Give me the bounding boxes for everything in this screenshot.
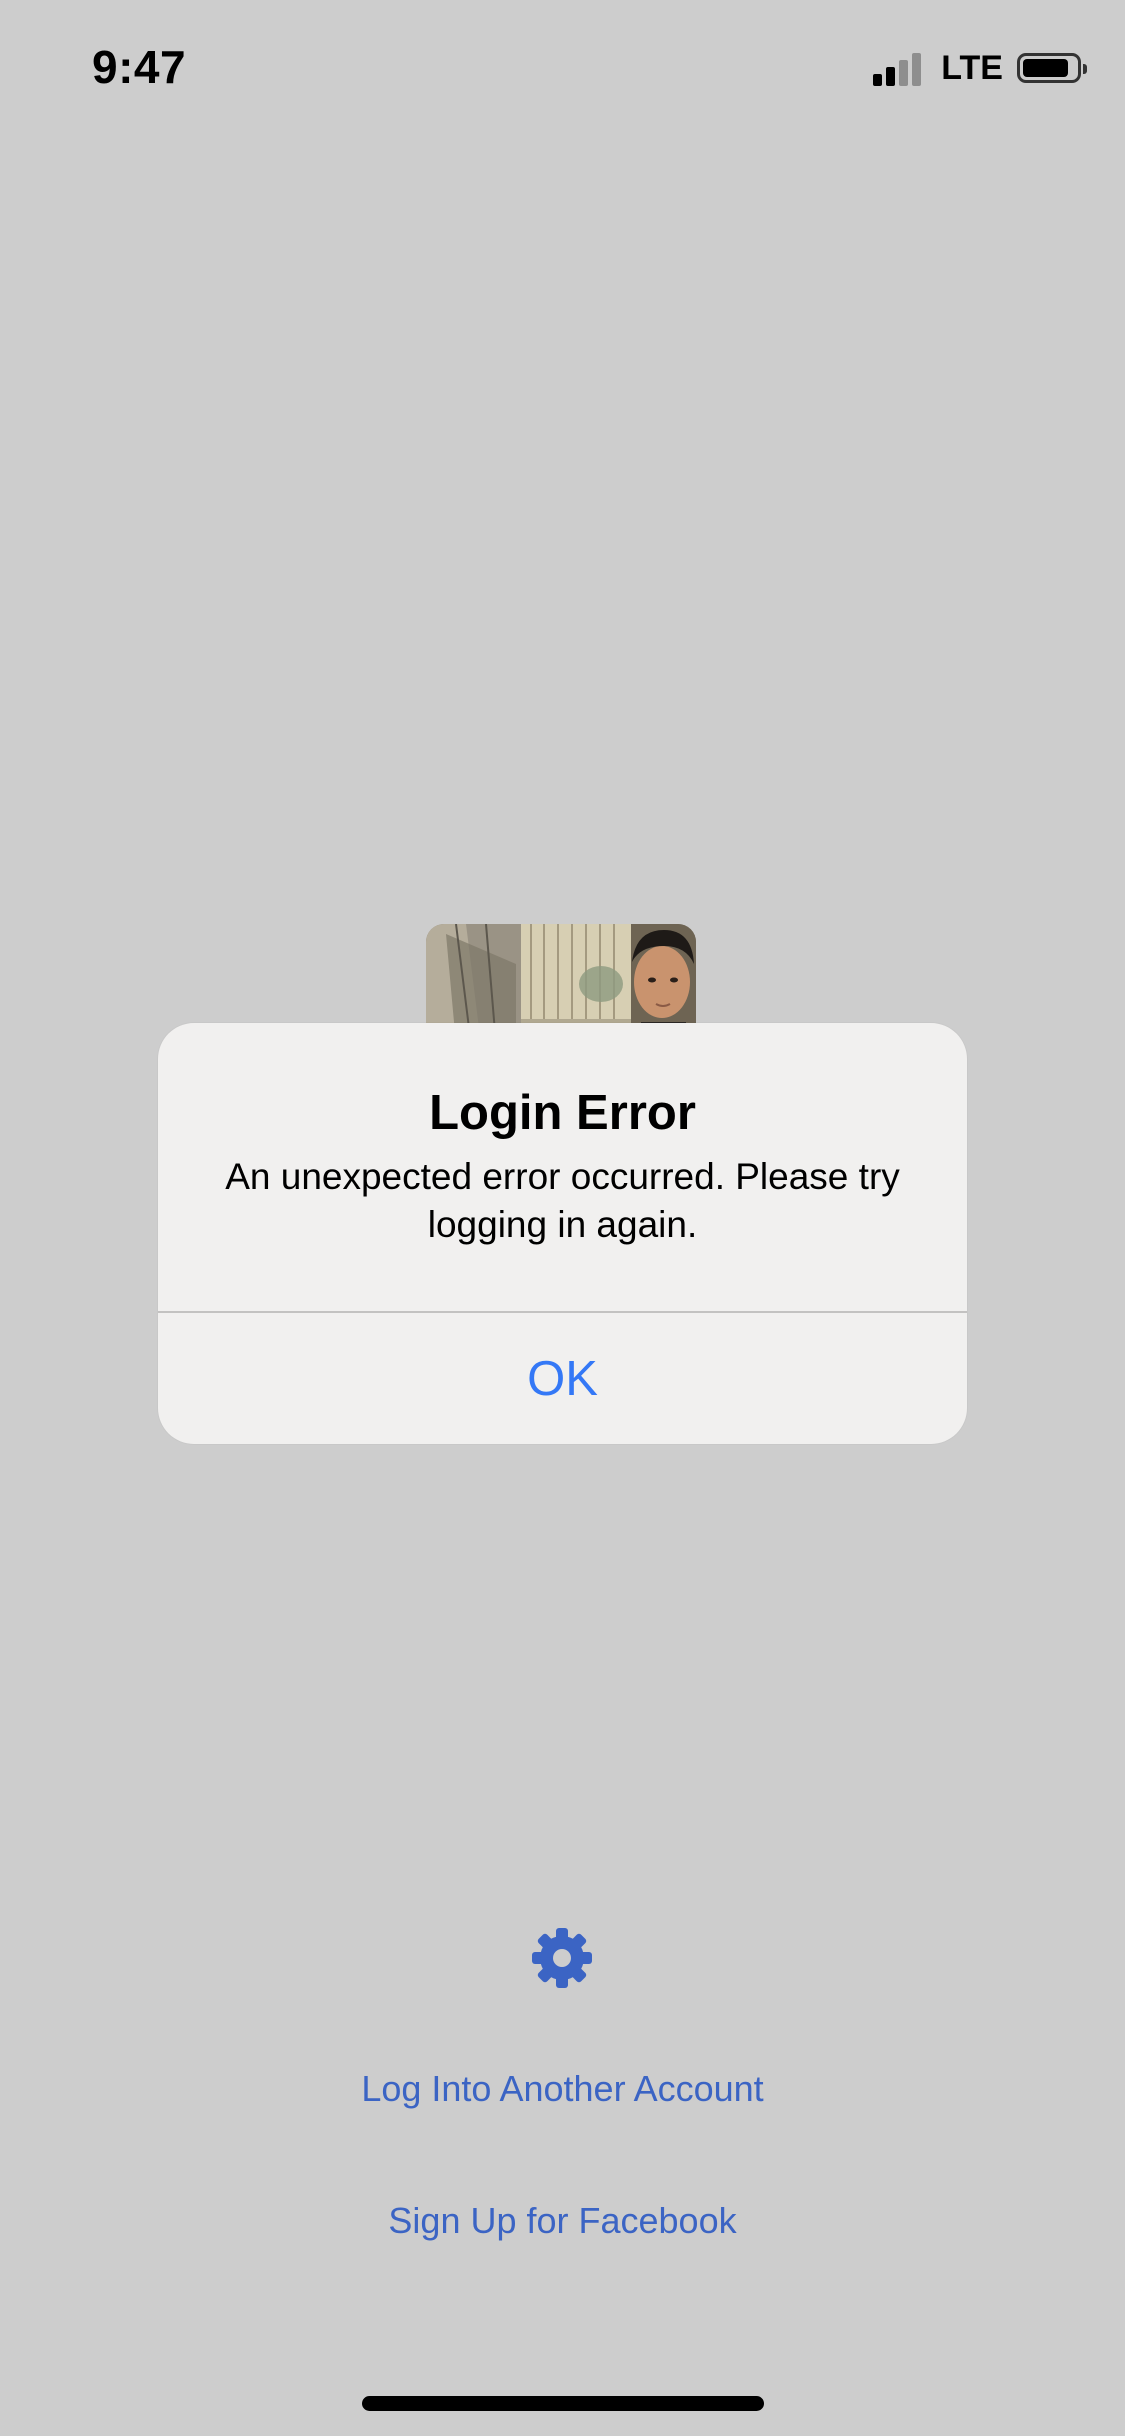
alert-message: An unexpected error occurred. Please try… — [225, 1156, 900, 1245]
login-error-alert: Login Error An unexpected error occurred… — [158, 1023, 967, 1444]
ok-button[interactable]: OK — [158, 1313, 967, 1444]
cellular-signal-icon — [873, 50, 925, 86]
status-time: 9:47 — [92, 41, 187, 93]
home-indicator[interactable] — [362, 2396, 764, 2411]
log-into-another-account-link[interactable]: Log Into Another Account — [0, 2068, 1125, 2110]
alert-title: Login Error — [429, 1086, 696, 1140]
network-type: LTE — [941, 48, 1003, 87]
sign-up-for-facebook-link[interactable]: Sign Up for Facebook — [0, 2200, 1125, 2242]
gear-icon[interactable] — [530, 1926, 594, 1990]
status-indicators: LTE — [873, 48, 1087, 88]
status-bar: 9:47 LTE — [0, 0, 1125, 140]
battery-icon — [1017, 53, 1087, 83]
